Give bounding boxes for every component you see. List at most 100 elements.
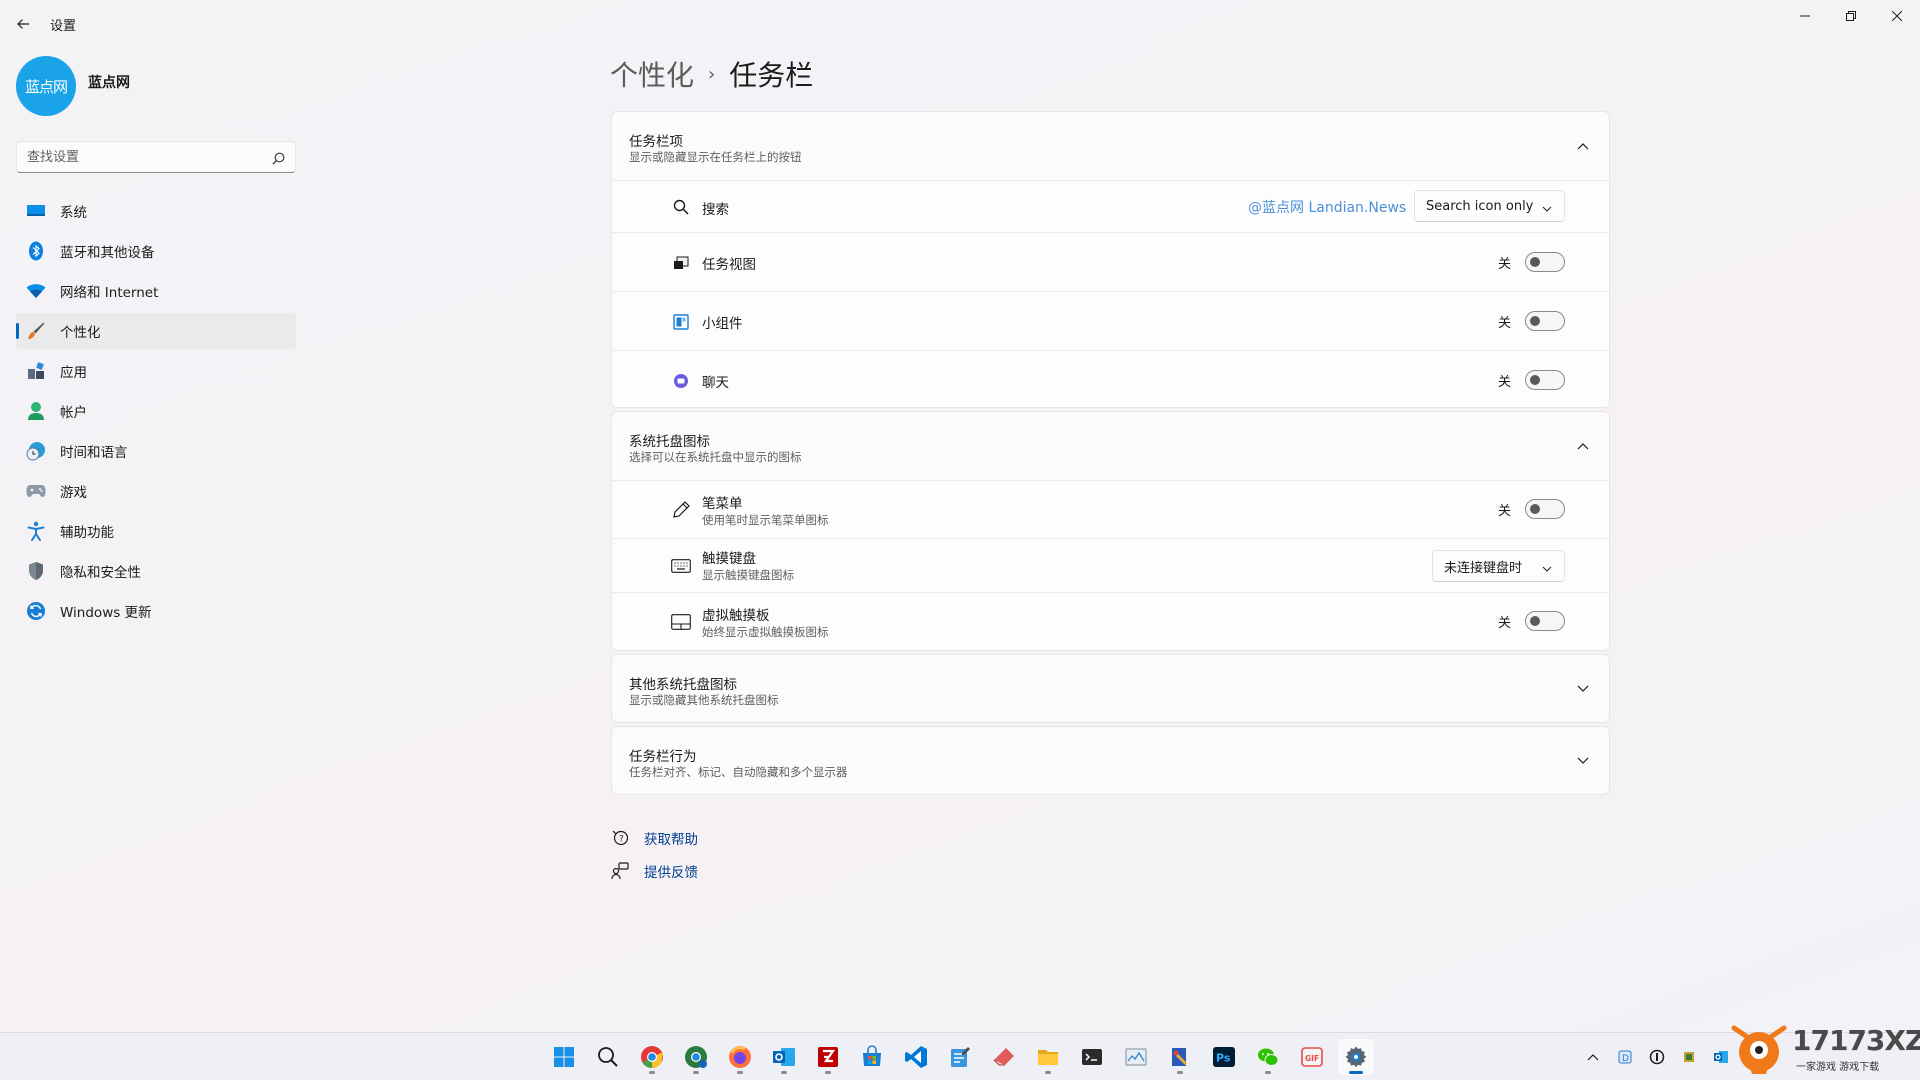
get-help-label[interactable]: 获取帮助	[644, 828, 698, 848]
search-input[interactable]	[17, 142, 257, 172]
feedback-label[interactable]: 提供反馈	[644, 861, 698, 881]
sidebar-item-apps[interactable]: 应用	[16, 353, 296, 389]
sidebar-item-accounts[interactable]: 帐户	[16, 393, 296, 429]
taskbar-app-settings[interactable]	[1338, 1039, 1374, 1075]
task-view-toggle[interactable]	[1525, 252, 1565, 272]
taskbar-app-eraser[interactable]	[986, 1039, 1022, 1075]
clock-globe-icon	[26, 441, 46, 461]
update-icon	[26, 601, 46, 621]
taskbar-app-wechat[interactable]	[1250, 1039, 1286, 1075]
taskbar-app-store[interactable]	[854, 1039, 890, 1075]
taskbar-search-button[interactable]	[590, 1039, 626, 1075]
sidebar-item-label: 帐户	[60, 405, 87, 421]
get-help-link[interactable]: ? 获取帮助	[610, 828, 698, 848]
taskbar-app-paint[interactable]	[1162, 1039, 1198, 1075]
sidebar-item-label: 个性化	[60, 325, 101, 341]
taskbar-behaviors-header[interactable]: 任务栏行为 任务栏对齐、标记、自动隐藏和多个显示器	[612, 727, 1609, 794]
pen-menu-row: 笔菜单 使用笔时显示笔菜单图标 关	[612, 480, 1609, 538]
tray-overflow-chevron[interactable]	[1583, 1047, 1603, 1067]
chevron-up-icon[interactable]	[1575, 438, 1591, 454]
sidebar-item-accessibility[interactable]: 辅助功能	[16, 513, 296, 549]
breadcrumb-parent[interactable]: 个性化	[610, 54, 694, 94]
taskbar-app-chrome-beta[interactable]	[678, 1039, 714, 1075]
sidebar-item-label: 游戏	[60, 485, 87, 501]
chat-toggle[interactable]	[1525, 370, 1565, 390]
taskbar-app-firefox[interactable]	[722, 1039, 758, 1075]
search-icon	[671, 197, 691, 217]
row-label: 触摸键盘	[702, 551, 756, 567]
close-button[interactable]	[1874, 0, 1920, 32]
taskbar-app-vscode[interactable]	[898, 1039, 934, 1075]
svg-text:Ps: Ps	[1216, 1052, 1231, 1065]
mascot-logo-icon	[1731, 1025, 1787, 1074]
sidebar-item-label: 蓝牙和其他设备	[60, 245, 155, 261]
accessibility-icon	[26, 521, 46, 541]
other-tray-icons-section[interactable]: 其他系统托盘图标 显示或隐藏其他系统托盘图标	[611, 654, 1610, 723]
taskbar-app-filezilla[interactable]	[810, 1039, 846, 1075]
taskbar-items-header[interactable]: 任务栏项 显示或隐藏显示在任务栏上的按钮	[612, 112, 1609, 180]
tray-app-icon: D	[1618, 1050, 1632, 1064]
password-manager-icon	[1649, 1049, 1665, 1065]
pen-menu-toggle[interactable]	[1525, 499, 1565, 519]
taskbar-app-outlook[interactable]	[766, 1039, 802, 1075]
sidebar-item-windows-update[interactable]: Windows 更新	[16, 593, 296, 629]
chat-row: 聊天 关	[612, 350, 1609, 407]
touchpad-icon	[671, 612, 691, 632]
taskbar-app-chrome[interactable]	[634, 1039, 670, 1075]
start-button[interactable]	[546, 1039, 582, 1075]
toggle-state-label: 关	[1497, 315, 1511, 331]
brush-icon	[26, 321, 46, 341]
taskbar-app-resource-monitor[interactable]	[1118, 1039, 1154, 1075]
taskbar-app-terminal[interactable]	[1074, 1039, 1110, 1075]
back-button[interactable]	[12, 13, 34, 35]
avatar[interactable]: 蓝点网	[16, 56, 76, 116]
pen-icon	[671, 500, 691, 520]
taskbar-behaviors-section[interactable]: 任务栏行为 任务栏对齐、标记、自动隐藏和多个显示器	[611, 726, 1610, 795]
sidebar-item-time-language[interactable]: 时间和语言	[16, 433, 296, 469]
section-subtitle: 选择可以在系统托盘中显示的图标	[629, 450, 802, 464]
taskbar-app-notepad[interactable]	[942, 1039, 978, 1075]
tray-app-3[interactable]	[1679, 1047, 1699, 1067]
settings-icon	[1345, 1046, 1367, 1068]
taskbar-app-file-explorer[interactable]	[1030, 1039, 1066, 1075]
breadcrumb: 个性化 › 任务栏	[610, 54, 813, 94]
toggle-knob	[1530, 616, 1540, 626]
sidebar-item-system[interactable]: 系统	[16, 193, 296, 229]
tray-icons-header[interactable]: 系统托盘图标 选择可以在系统托盘中显示的图标	[612, 412, 1609, 480]
virtual-touchpad-toggle[interactable]	[1525, 611, 1565, 631]
touch-keyboard-dropdown[interactable]: 未连接键盘时	[1432, 550, 1565, 582]
feedback-link[interactable]: 提供反馈	[610, 861, 698, 881]
row-label: 任务视图	[702, 257, 756, 273]
row-sublabel: 显示触摸键盘图标	[702, 568, 794, 582]
virtual-touchpad-row: 虚拟触摸板 始终显示虚拟触摸板图标 关	[612, 592, 1609, 650]
taskbar-items-section: 任务栏项 显示或隐藏显示在任务栏上的按钮 搜索 @蓝点网 Landian.New…	[611, 111, 1610, 408]
title-bar: 设置	[0, 0, 1920, 46]
chrome-beta-icon	[685, 1046, 707, 1068]
sidebar-item-bluetooth[interactable]: 蓝牙和其他设备	[16, 233, 296, 269]
other-tray-header[interactable]: 其他系统托盘图标 显示或隐藏其他系统托盘图标	[612, 655, 1609, 722]
chevron-down-icon[interactable]	[1575, 753, 1591, 769]
taskbar-app-gif-tool[interactable]: GIF	[1294, 1039, 1330, 1075]
tray-app-1[interactable]: D	[1615, 1047, 1635, 1067]
gif-tool-icon: GIF	[1301, 1047, 1323, 1067]
search-icon[interactable]	[272, 150, 285, 169]
maximize-button[interactable]	[1828, 0, 1874, 32]
search-mode-dropdown[interactable]: Search icon only	[1414, 190, 1565, 222]
search-box[interactable]	[16, 141, 296, 173]
toggle-state-label: 关	[1497, 256, 1511, 272]
sidebar-item-gaming[interactable]: 游戏	[16, 473, 296, 509]
minimize-button[interactable]	[1782, 0, 1828, 32]
chat-icon	[671, 371, 691, 391]
sidebar-item-personalization[interactable]: 个性化	[16, 313, 296, 349]
tray-app-2[interactable]	[1647, 1047, 1667, 1067]
widgets-toggle[interactable]	[1525, 311, 1565, 331]
taskbar-app-photoshop[interactable]: Ps	[1206, 1039, 1242, 1075]
chevron-up-icon[interactable]	[1575, 138, 1591, 154]
sidebar-item-label: 应用	[60, 365, 87, 381]
section-title: 其他系统托盘图标	[629, 677, 737, 693]
sidebar-item-network[interactable]: 网络和 Internet	[16, 273, 296, 309]
chevron-down-icon[interactable]	[1575, 681, 1591, 697]
row-label: 虚拟触摸板	[702, 608, 770, 624]
running-indicator	[1265, 1071, 1271, 1074]
sidebar-item-privacy[interactable]: 隐私和安全性	[16, 553, 296, 589]
